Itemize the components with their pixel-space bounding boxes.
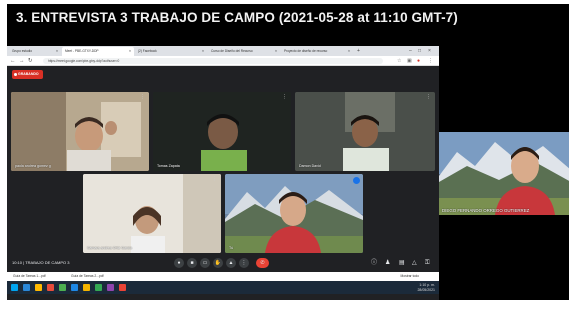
window-close-icon[interactable]: × <box>428 46 431 56</box>
download-item[interactable]: Guía de Tareas 2...pdf <box>71 273 104 280</box>
taskbar-app-icon[interactable] <box>23 284 30 291</box>
participant-tile[interactable]: ⋮ Damon David <box>295 92 435 171</box>
speaking-indicator-icon <box>353 177 360 184</box>
video-title: 3. ENTREVISTA 3 TRABAJO DE CAMPO (2021-0… <box>16 10 458 25</box>
participant-video <box>11 92 149 171</box>
page-bottom <box>0 300 570 316</box>
tab-strip: Grupo estudio × Meet - PBE-GTXY-DDP × (2) … <box>7 46 439 56</box>
url-text: https://meet.google.com/pbe-gtxy-ddp?aut… <box>48 59 120 63</box>
browser-toolbar: ← → ↻ https://meet.google.com/pbe-gtxy-d… <box>7 56 439 66</box>
meet-area: GRABANDO ⋮ paola andrea gomez g ⋮ Tomas … <box>7 66 439 272</box>
presenter-video <box>439 132 569 215</box>
lock-icon[interactable]: ⚿ <box>425 259 430 267</box>
taskbar-app-icon[interactable] <box>95 284 102 291</box>
close-icon[interactable]: × <box>275 47 277 56</box>
reload-icon[interactable]: ↻ <box>28 57 33 65</box>
video-frame: 3. ENTREVISTA 3 TRABAJO DE CAMPO (2021-0… <box>7 4 569 300</box>
camera-icon[interactable]: ■ <box>187 258 197 268</box>
taskbar-app-icon[interactable] <box>107 284 114 291</box>
extensions-icon[interactable]: ▣ <box>407 57 412 65</box>
more-options-icon[interactable]: ⋮ <box>426 95 431 100</box>
participant-name: paola andrea gomez g <box>15 164 51 168</box>
browser-tab[interactable]: (2) Facebook × <box>135 47 207 56</box>
participant-tile[interactable]: ⋮ Tomas Zapata <box>153 92 291 171</box>
taskbar-app-icon[interactable] <box>83 284 90 291</box>
end-call-icon[interactable]: ✆ <box>256 258 269 268</box>
forward-icon[interactable]: → <box>19 57 25 65</box>
back-icon[interactable]: ← <box>10 57 16 65</box>
minimize-icon[interactable]: – <box>409 46 412 56</box>
start-icon[interactable] <box>11 284 18 291</box>
meet-controls-bar: 10:10 | TRABAJO DE CAMPO 3 ● ■ ▭ ✋ ▲ ⋮ ✆… <box>7 255 439 271</box>
taskbar-app-icon[interactable] <box>71 284 78 291</box>
menu-icon[interactable]: ⋮ <box>428 57 433 65</box>
chat-icon[interactable]: ▤ <box>399 259 405 267</box>
participant-video <box>153 92 291 171</box>
people-icon[interactable]: ♟ <box>385 259 390 267</box>
more-icon[interactable]: ⋮ <box>239 258 249 268</box>
new-tab-icon[interactable]: + <box>357 46 360 56</box>
taskbar-app-icon[interactable] <box>35 284 42 291</box>
meeting-time-label: 10:10 | TRABAJO DE CAMPO 3 <box>12 260 70 265</box>
participant-video <box>295 92 435 171</box>
participant-tile[interactable]: ⋮ paola andrea gomez g <box>11 92 149 171</box>
chrome-icon[interactable] <box>119 284 126 291</box>
star-icon[interactable]: ☆ <box>397 57 401 65</box>
browser-tab[interactable]: Grupo estudio × <box>9 47 61 56</box>
maximize-icon[interactable]: □ <box>418 46 421 56</box>
profile-icon[interactable]: ● <box>417 57 420 65</box>
presenter-camera: DIEGO FERNANDO ORREGO GUTIERREZ <box>439 132 569 215</box>
participant-video <box>83 174 221 253</box>
participant-tile-self[interactable]: Tú <box>225 174 363 253</box>
raise-hand-icon[interactable]: ✋ <box>213 258 223 268</box>
participant-name: Tú <box>229 246 234 250</box>
participant-name: Samara andrea Ortiz Garcia <box>87 246 132 250</box>
presenter-name: DIEGO FERNANDO ORREGO GUTIERREZ <box>442 208 530 213</box>
taskbar-app-icon[interactable] <box>47 284 54 291</box>
browser-window: Grupo estudio × Meet - PBE-GTXY-DDP × (2) … <box>7 46 439 300</box>
more-options-icon[interactable]: ⋮ <box>282 95 287 100</box>
taskbar-app-icon[interactable] <box>59 284 66 291</box>
activities-icon[interactable]: △ <box>412 259 417 267</box>
browser-tab[interactable]: Curso de Diseño del Recurso × <box>208 47 280 56</box>
info-icon[interactable]: ⓘ <box>371 259 377 267</box>
present-icon[interactable]: ▲ <box>226 258 236 268</box>
close-icon[interactable]: × <box>56 47 58 56</box>
downloads-bar: Guía de Tareas 1...pdf Guía de Tareas 2.… <box>7 272 439 281</box>
recording-badge: GRABANDO <box>12 70 43 79</box>
participant-name: Tomas Zapata <box>157 164 180 168</box>
participant-video <box>225 174 363 253</box>
mic-icon[interactable]: ● <box>174 258 184 268</box>
show-all-downloads-link[interactable]: Mostrar todo <box>400 273 419 280</box>
address-bar[interactable]: https://meet.google.com/pbe-gtxy-ddp?aut… <box>43 58 383 64</box>
more-options-icon[interactable]: ⋮ <box>140 95 145 100</box>
close-icon[interactable]: × <box>348 47 350 56</box>
close-icon[interactable]: × <box>202 47 204 56</box>
captions-icon[interactable]: ▭ <box>200 258 210 268</box>
participant-name: Damon David <box>299 164 321 168</box>
system-clock[interactable]: 1:10 p. m. 28/05/2021 <box>417 283 435 292</box>
taskbar: 1:10 p. m. 28/05/2021 <box>7 281 439 294</box>
download-item[interactable]: Guía de Tareas 1...pdf <box>13 273 46 280</box>
more-options-icon[interactable]: ⋮ <box>212 177 217 182</box>
close-icon[interactable]: × <box>129 47 131 56</box>
browser-tab-active[interactable]: Meet - PBE-GTXY-DDP × <box>62 47 134 56</box>
browser-tab[interactable]: Proyecto de diseño de recurso × <box>281 47 353 56</box>
participant-tile[interactable]: ⋮ Samara andrea Ortiz Garcia <box>83 174 221 253</box>
